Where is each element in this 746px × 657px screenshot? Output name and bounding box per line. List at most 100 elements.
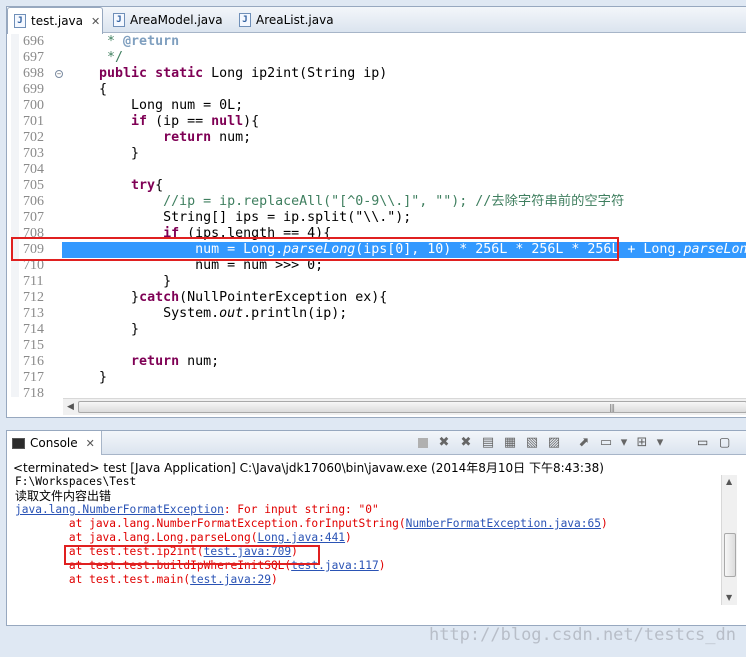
remove-launch-icon[interactable]: ✖ (436, 435, 452, 451)
chevron-down-icon[interactable]: ▾ (620, 435, 628, 451)
highlight-annotation-box (11, 237, 619, 261)
code-line[interactable]: 713 System.out.println(ip); (7, 306, 746, 322)
tab-console[interactable]: Console ✕ (7, 431, 102, 455)
code-line[interactable]: 716 return num; (7, 354, 746, 370)
code-token: //ip = ip.replaceAll("[^0-9\\.]", ""); /… (67, 194, 625, 209)
scroll-lock-icon[interactable]: ▤ (480, 435, 496, 451)
code-line[interactable]: 702 return num; (7, 130, 746, 146)
code-token: * (67, 34, 124, 49)
code-line[interactable]: 697 */ (7, 50, 746, 66)
line-number: 716 (23, 354, 44, 369)
line-code: if (ip == null){ (67, 114, 259, 130)
tab-areamodel-java[interactable]: J AreaModel.java (107, 7, 223, 33)
scrollbar-thumb[interactable] (724, 533, 736, 577)
word-wrap-icon[interactable]: ▦ (502, 435, 518, 451)
vertical-scrollbar[interactable]: ▲ ▼ (721, 475, 737, 605)
code-token: } (67, 290, 140, 305)
grip-icon: ||| (609, 403, 615, 412)
code-token: Long num = 0L; (67, 98, 244, 113)
code-token: catch (139, 290, 180, 305)
code-token: { (67, 82, 108, 97)
show-on-output-icon[interactable]: ▧ (524, 435, 540, 451)
tab-label: AreaList.java (256, 13, 334, 27)
code-token: String[] ips = ip.split("\\."); (67, 210, 412, 225)
code-token: } (67, 146, 140, 161)
line-number: 704 (23, 162, 44, 177)
display-selected-console-icon[interactable]: ▭ (598, 435, 614, 451)
scroll-left-icon[interactable]: ◀ (67, 402, 74, 412)
code-line[interactable]: 711 } (7, 274, 746, 290)
console-icon (12, 437, 25, 449)
line-number: 718 (23, 386, 44, 397)
code-line[interactable]: 699 { (7, 82, 746, 98)
line-code: } (67, 146, 139, 162)
code-editor[interactable]: J test.java ✕ J AreaModel.java J AreaLis… (6, 6, 746, 418)
stacktrace-link[interactable]: Long.java:441 (257, 531, 345, 544)
tab-label: AreaModel.java (130, 13, 223, 27)
code-token: } (67, 274, 172, 289)
tab-test-java[interactable]: J test.java ✕ (7, 7, 103, 34)
line-number: 705 (23, 178, 44, 193)
code-line[interactable]: 705 try{ (7, 178, 746, 194)
console-header: Console ✕ ✖ ✖ ▤ ▦ ▧ ▨ ⬈ ▭ ▾ ⊞ ▾ ▭ ▢ (7, 431, 746, 455)
stacktrace-link[interactable]: NumberFormatException.java:65 (406, 517, 601, 530)
code-token: ){ (243, 114, 260, 129)
maximize-icon[interactable]: ▢ (719, 435, 730, 449)
scrollbar-thumb[interactable]: ||| (78, 401, 746, 413)
stacktrace-link[interactable]: java.lang.NumberFormatException (15, 503, 224, 516)
code-token: (NullPointerException ex){ (179, 290, 388, 305)
console-text: F:\Workspaces\Test (15, 475, 137, 488)
line-number: 701 (23, 114, 44, 129)
pin-console-icon[interactable]: ⬈ (576, 435, 592, 451)
console-text: : For input string: "0" (223, 503, 379, 516)
open-console-icon[interactable]: ⊞ (634, 435, 650, 451)
code-token: num; (211, 130, 252, 145)
code-line[interactable]: 706 //ip = ip.replaceAll("[^0-9\\.]", ""… (7, 194, 746, 210)
line-number: 715 (23, 338, 44, 353)
remove-all-terminated-icon[interactable]: ✖ (458, 435, 474, 451)
code-area[interactable]: 696 * @return 697 */698− public static Lo… (7, 34, 746, 397)
code-line[interactable]: 714 } (7, 322, 746, 338)
code-line[interactable]: 696 * @return (7, 34, 746, 50)
code-line[interactable]: 717 } (7, 370, 746, 386)
close-tab-icon[interactable]: ✕ (86, 437, 95, 450)
code-line[interactable]: 703 } (7, 146, 746, 162)
terminated-status: <terminated> test [Java Application] C:\… (13, 461, 604, 475)
console-view[interactable]: Console ✕ ✖ ✖ ▤ ▦ ▧ ▨ ⬈ ▭ ▾ ⊞ ▾ ▭ ▢ <ter… (6, 430, 746, 626)
scroll-down-icon[interactable]: ▼ (726, 593, 732, 602)
code-line[interactable]: 701 if (ip == null){ (7, 114, 746, 130)
code-line[interactable]: 707 String[] ips = ip.split("\\."); (7, 210, 746, 226)
code-line[interactable]: 712 }catch(NullPointerException ex){ (7, 290, 746, 306)
terminate-icon[interactable] (418, 438, 428, 448)
tab-arealist-java[interactable]: J AreaList.java (233, 7, 334, 33)
code-token: { (155, 178, 164, 193)
line-code: System.out.println(ip); (67, 306, 347, 322)
console-line: at test.test.main(test.java:29) (15, 573, 278, 587)
code-token: null (211, 114, 244, 129)
scroll-up-icon[interactable]: ▲ (726, 477, 732, 486)
code-token: parseLong (683, 242, 746, 257)
chevron-down-icon[interactable]: ▾ (656, 435, 664, 451)
line-number: 699 (23, 82, 44, 97)
editor-tab-bar: J test.java ✕ J AreaModel.java J AreaLis… (7, 7, 746, 34)
minimize-icon[interactable]: ▭ (697, 435, 708, 449)
close-tab-icon[interactable]: ✕ (91, 15, 100, 28)
code-token: System. (67, 306, 220, 321)
fold-toggle-icon[interactable]: − (55, 70, 63, 78)
line-number: 717 (23, 370, 44, 385)
horizontal-scrollbar[interactable]: ◀ ||| (63, 398, 746, 415)
clear-console-icon[interactable]: ▨ (546, 435, 562, 451)
line-code: { (67, 82, 107, 98)
code-line[interactable]: 700 Long num = 0L; (7, 98, 746, 114)
code-line[interactable]: 704 (7, 162, 746, 178)
line-number: 702 (23, 130, 44, 145)
line-code: public static Long ip2int(String ip) (67, 66, 387, 82)
stacktrace-link[interactable]: test.java:29 (190, 573, 271, 586)
code-token: Long ip2int(String ip) (203, 66, 388, 81)
line-number: 703 (23, 146, 44, 161)
code-line[interactable]: 698− public static Long ip2int(String ip… (7, 66, 746, 82)
code-line[interactable]: 715 (7, 338, 746, 354)
code-line[interactable]: 718 (7, 386, 746, 397)
console-text: ) (600, 517, 608, 530)
